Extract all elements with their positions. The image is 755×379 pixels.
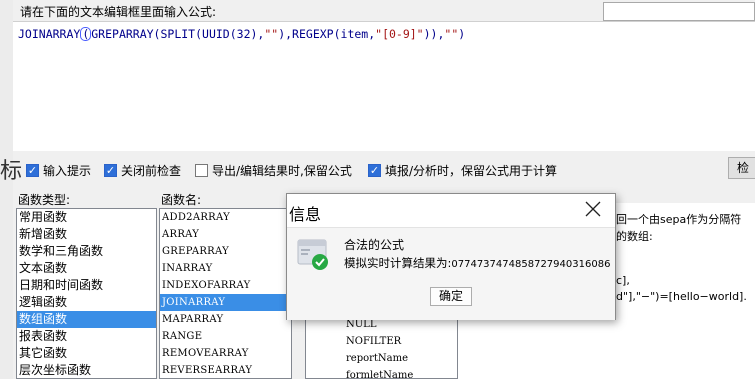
list-item[interactable]: 其它函数 <box>17 345 156 362</box>
description-text: d"],"−")=[hello−world]. <box>616 290 747 303</box>
list-item[interactable]: 日期和时间函数 <box>17 277 156 294</box>
left-edge-strip <box>0 0 13 379</box>
info-dialog: 信息 合法的公式 模拟实时计算结果为:077473747485872794031… <box>286 193 616 320</box>
list-item[interactable]: 报表函数 <box>17 328 156 345</box>
result-value: 0774737474858727940316086 <box>451 259 611 270</box>
option-check-before-close[interactable]: ✓ 关闭前检查 <box>104 162 181 178</box>
function-header: 函数名: <box>161 193 202 207</box>
list-item[interactable]: REMOVEARRAY <box>160 345 291 362</box>
checkbox-checked-icon[interactable]: ✓ <box>104 163 117 177</box>
list-item[interactable]: NOFILTER <box>306 333 457 350</box>
option-keep-formula-export[interactable]: 导出/编辑结果时,保留公式 <box>195 162 352 178</box>
result-label: 模拟实时计算结果为: <box>344 256 452 270</box>
list-item[interactable]: ARRAY <box>160 226 291 243</box>
list-item[interactable]: 数学和三角函数 <box>17 243 156 260</box>
option-input-hint[interactable]: ✓ 输入提示 <box>26 162 91 178</box>
function-list[interactable]: ADD2ARRAY ARRAY GREPARRAY INARRAY INDEXO… <box>159 208 292 379</box>
dialog-result-line: 模拟实时计算结果为:0774737474858727940316086 <box>344 255 610 271</box>
formula-prompt-label: 请在下面的文本编辑框里面输入公式: <box>20 5 217 19</box>
background-title-glyph: 标 <box>0 159 23 184</box>
list-item[interactable]: RANGE <box>160 328 291 345</box>
description-text: c], <box>616 274 630 287</box>
list-item[interactable]: INARRAY <box>160 260 291 277</box>
list-item[interactable]: 层次坐标函数 <box>17 362 156 378</box>
close-icon[interactable] <box>583 199 603 219</box>
check-button[interactable]: 检 <box>728 157 755 179</box>
list-item[interactable]: INDEXOFARRAY <box>160 277 291 294</box>
list-item[interactable]: 逻辑函数 <box>17 294 156 311</box>
list-item[interactable]: ADD2ARRAY <box>160 209 291 226</box>
list-item[interactable]: formletName <box>306 367 457 378</box>
list-item[interactable]: 新增函数 <box>17 226 156 243</box>
checkbox-unchecked-icon[interactable] <box>195 163 208 177</box>
top-right-input[interactable] <box>603 2 755 21</box>
description-text: 回一个由sepa作为分隔符 <box>616 213 742 226</box>
success-info-icon <box>297 238 331 272</box>
ok-button[interactable]: 确定 <box>430 287 472 306</box>
formula-text[interactable]: JOINARRAY(GREPARRAY(SPLIT(UUID(32),""),R… <box>18 27 465 41</box>
description-text: 的数组: <box>616 230 653 243</box>
list-item-selected[interactable]: 数组函数 <box>17 311 156 328</box>
category-header: 函数类型: <box>18 193 71 207</box>
checkbox-checked-icon[interactable]: ✓ <box>26 163 39 177</box>
cursor-bracket-highlight: ( <box>80 27 92 41</box>
dialog-title: 信息 <box>289 205 322 224</box>
list-item-selected[interactable]: JOINARRAY <box>160 294 291 311</box>
list-item[interactable]: 文本函数 <box>17 260 156 277</box>
list-item[interactable]: 常用函数 <box>17 209 156 226</box>
checkbox-checked-icon[interactable]: ✓ <box>368 163 381 177</box>
list-item[interactable]: REVERSEARRAY <box>160 362 291 378</box>
dialog-message: 合法的公式 <box>344 238 405 252</box>
dialog-body: 合法的公式 模拟实时计算结果为:077473747485872794031608… <box>287 227 615 320</box>
option-keep-formula-fill[interactable]: ✓ 填报/分析时，保留公式用于计算 <box>368 162 557 178</box>
category-list[interactable]: 常用函数 新增函数 数学和三角函数 文本函数 日期和时间函数 逻辑函数 数组函数… <box>16 208 157 379</box>
list-item[interactable]: GREPARRAY <box>160 243 291 260</box>
list-item[interactable]: MAPARRAY <box>160 311 291 328</box>
list-item[interactable]: reportName <box>306 350 457 367</box>
